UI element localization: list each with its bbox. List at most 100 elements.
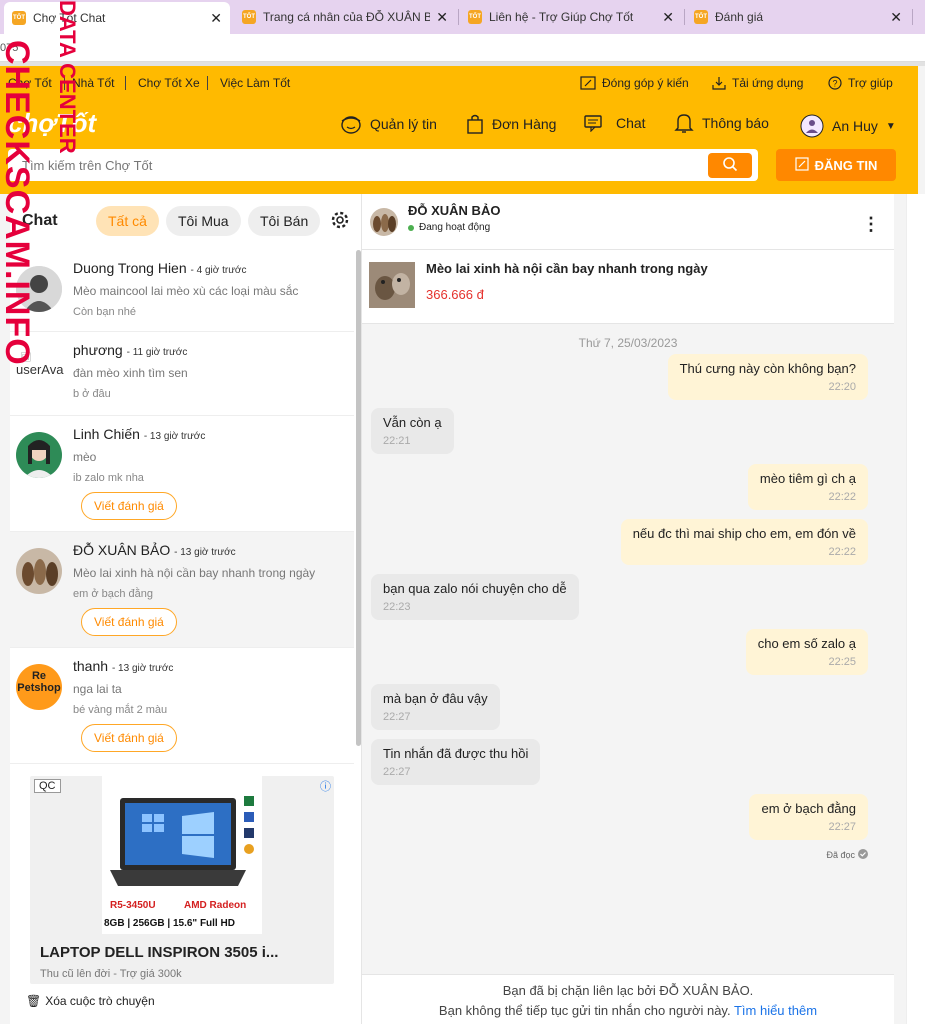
- ad-subtitle: Thu cũ lên đời - Trợ giá 300k: [40, 968, 182, 980]
- feedback-label: Đóng góp ý kiến: [602, 76, 689, 90]
- conversation-name: phương - 11 giờ trước: [73, 342, 188, 358]
- help-link[interactable]: ? Trợ giúp: [828, 76, 893, 90]
- tab-separator: [912, 9, 913, 25]
- conversation-last-message: b ở đâu: [73, 388, 111, 400]
- message-bubble-sent: cho em số zalo ạ 22:25: [745, 629, 868, 675]
- user-menu[interactable]: An Huy ▼: [800, 114, 896, 138]
- message-time: 22:25: [828, 656, 856, 668]
- search-input[interactable]: Tìm kiếm trên Chợ Tốt: [8, 149, 758, 181]
- blocked-notice: Bạn đã bị chặn liên lạc bởi ĐỖ XUÂN BẢO.…: [362, 974, 894, 1024]
- message-bubble-received: Tin nhắn đã được thu hồi 22:27: [371, 739, 541, 785]
- read-receipt: Đã đọc: [826, 849, 868, 861]
- ad-spec-gpu: AMD Radeon: [184, 900, 247, 911]
- filter-all[interactable]: Tất cả: [96, 206, 159, 236]
- filter-sell[interactable]: Tôi Bán: [248, 206, 321, 236]
- avatar: [16, 432, 62, 478]
- nav-manage-listings[interactable]: Quản lý tin: [340, 114, 437, 134]
- post-ad-button[interactable]: ĐĂNG TIN: [776, 149, 896, 181]
- close-tab-icon[interactable]: ✕: [662, 9, 674, 26]
- search-button[interactable]: [708, 153, 752, 178]
- tab-chotot-chat[interactable]: TỐT Chợ Tốt Chat ✕: [4, 2, 230, 34]
- tab-review[interactable]: TỐT Đánh giá ✕: [686, 4, 910, 30]
- edit-icon: [580, 76, 596, 90]
- write-review-button[interactable]: Viết đánh giá: [81, 492, 177, 520]
- conversation-name: thanh - 13 giờ trước: [73, 658, 174, 674]
- help-label: Trợ giúp: [848, 76, 893, 90]
- conversation-ad-title: đàn mèo xinh tìm sen: [73, 366, 188, 380]
- message-bubble-received: Vẫn còn ạ 22:21: [371, 408, 454, 454]
- divider: [125, 76, 126, 90]
- conversation-last-message: ib zalo mk nha: [73, 472, 144, 484]
- tab-profile[interactable]: TỐT Trang cá nhân của ĐỖ XUÂN BẢO ✕: [234, 4, 456, 30]
- message-time: 22:22: [828, 491, 856, 503]
- close-tab-icon[interactable]: ✕: [436, 9, 448, 26]
- smile-icon: [340, 114, 362, 134]
- tab-separator: [458, 9, 459, 25]
- nav-chat[interactable]: Chat: [584, 114, 646, 132]
- nav-label: Chat: [616, 115, 646, 131]
- sponsored-ad[interactable]: QC ⓘ R5-3450U AMD Radeon 8GB | 256GB | 1…: [30, 776, 334, 984]
- message-time: 22:22: [828, 546, 856, 558]
- blocked-line-2: Bạn không thể tiếp tục gửi tin nhắn cho …: [438, 1003, 818, 1018]
- tab-help[interactable]: TỐT Liên hệ - Trợ Giúp Chợ Tốt ✕: [460, 4, 682, 30]
- filter-buy[interactable]: Tôi Mua: [166, 206, 241, 236]
- conversation-time: - 13 giờ trước: [143, 431, 206, 442]
- feedback-link[interactable]: Đóng góp ý kiến: [580, 76, 689, 90]
- chotot-favicon-icon: TỐT: [12, 11, 26, 25]
- close-tab-icon[interactable]: ✕: [890, 9, 902, 26]
- tab-title: Trang cá nhân của ĐỖ XUÂN BẢO: [263, 10, 431, 24]
- conversation-name: Linh Chiến - 13 giờ trước: [73, 426, 206, 442]
- conversation-item[interactable]: 🖼 userAva phương - 11 giờ trước đàn mèo …: [10, 332, 354, 416]
- conversation-item[interactable]: Linh Chiến - 13 giờ trước mèo ib zalo mk…: [10, 416, 354, 532]
- avatar[interactable]: [370, 208, 398, 236]
- message-time: 22:21: [383, 435, 411, 447]
- conversation-header: ĐỖ XUÂN BẢO Đang hoạt động ⋮: [362, 194, 894, 250]
- gear-icon[interactable]: [330, 210, 350, 233]
- conversation-item[interactable]: ĐỖ XUÂN BẢO - 13 giờ trước Mèo lai xinh …: [10, 532, 354, 648]
- watermark-text: CHECKSCAM.INFO: [0, 40, 36, 366]
- download-icon: [712, 76, 726, 90]
- browser-tab-bar: TỐT Chợ Tốt Chat ✕ TỐT Trang cá nhân của…: [0, 0, 925, 34]
- product-thumbnail: [369, 262, 415, 308]
- link-chotot-xe[interactable]: Chợ Tốt Xe: [138, 76, 200, 90]
- laptop-image: R5-3450U AMD Radeon 8GB | 256GB | 15.6" …: [102, 776, 262, 934]
- write-review-button[interactable]: Viết đánh giá: [81, 608, 177, 636]
- nav-label: Thông báo: [702, 115, 769, 131]
- more-options-icon[interactable]: ⋮: [862, 214, 880, 235]
- help-icon: ?: [828, 76, 842, 90]
- address-bar[interactable]: 075: [0, 34, 925, 62]
- avatar: [800, 114, 824, 138]
- learn-more-link[interactable]: Tìm hiểu thêm: [734, 1003, 817, 1018]
- svg-text:?: ?: [832, 79, 837, 89]
- ad-badge: QC: [34, 779, 61, 793]
- ad-spec-memory: 8GB | 256GB | 15.6" Full HD: [104, 918, 235, 929]
- close-tab-icon[interactable]: ✕: [210, 10, 222, 27]
- conversation-time: - 4 giờ trước: [190, 265, 247, 276]
- write-review-button[interactable]: Viết đánh giá: [81, 724, 177, 752]
- message-bubble-received: bạn qua zalo nói chuyện cho dễ 22:23: [371, 574, 579, 620]
- conversation-item[interactable]: Duong Trong Hien - 4 giờ trước Mèo mainc…: [10, 248, 354, 332]
- message-bubble-sent: Thú cưng này còn không bạn? 22:20: [667, 354, 868, 400]
- partner-status: Đang hoạt động: [408, 222, 490, 233]
- link-vieclamtot[interactable]: Việc Làm Tốt: [220, 76, 290, 90]
- partner-name[interactable]: ĐỖ XUÂN BẢO: [408, 203, 500, 218]
- download-app-link[interactable]: Tải ứng dụng: [712, 76, 803, 90]
- chotot-favicon-icon: TỐT: [694, 10, 708, 24]
- nav-notifications[interactable]: Thông báo: [674, 112, 769, 134]
- conversation-item[interactable]: Re Petshop thanh - 13 giờ trước nga lai …: [10, 648, 354, 764]
- message-bubble-received: mà bạn ở đâu vậy 22:27: [371, 684, 500, 730]
- message-bubble-sent: em ở bạch đằng 22:27: [749, 794, 868, 840]
- delete-conversation-button[interactable]: 🗑 Xóa cuộc trò chuyện: [26, 994, 155, 1008]
- tab-title: Liên hệ - Trợ Giúp Chợ Tốt: [489, 10, 634, 24]
- message-bubble-sent: nếu đc thì mai ship cho em, em đón về 22:…: [620, 519, 868, 565]
- conversation-last-message: bé vàng mắt 2 màu: [73, 704, 168, 716]
- info-icon[interactable]: ⓘ: [320, 778, 331, 794]
- conversation-time: - 13 giờ trước: [111, 663, 174, 674]
- avatar-shop-text: Re Petshop: [17, 670, 61, 694]
- product-price: 366.666 đ: [426, 287, 484, 302]
- avatar: [16, 548, 62, 594]
- nav-orders[interactable]: Đơn Hàng: [466, 114, 556, 134]
- user-name: An Huy: [832, 118, 878, 134]
- product-card[interactable]: Mèo lai xinh hà nội cần bay nhanh trong …: [362, 250, 894, 324]
- scrollbar[interactable]: [356, 250, 361, 746]
